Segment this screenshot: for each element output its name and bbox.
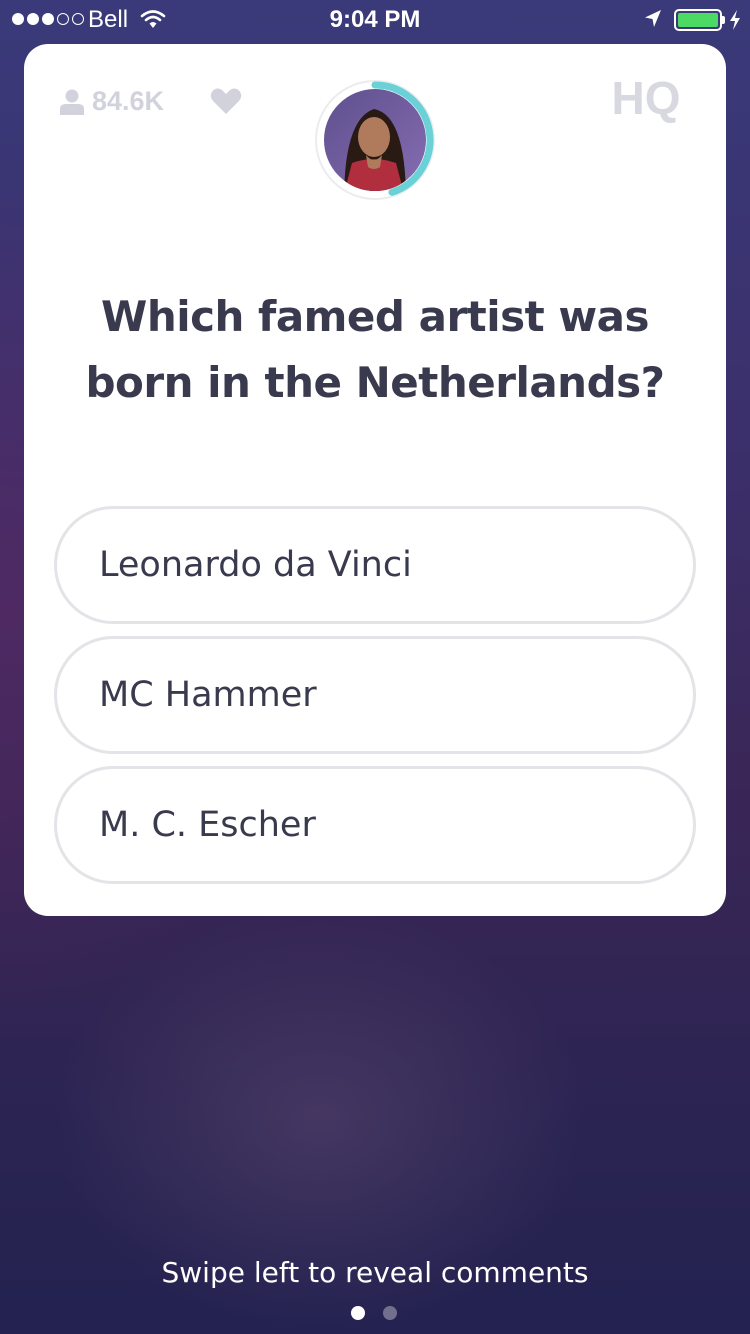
person-icon xyxy=(60,89,84,115)
clock-time: 9:04 PM xyxy=(329,6,421,33)
answer-option-1[interactable]: Leonardo da Vinci xyxy=(54,506,696,624)
battery-icon xyxy=(674,9,722,31)
status-bar: Bell 9:04 PM xyxy=(0,0,750,40)
page-dot-2[interactable] xyxy=(383,1306,397,1320)
page-indicator[interactable] xyxy=(351,1306,397,1320)
svg-text:HQ: HQ xyxy=(612,72,681,124)
answer-label: Leonardo da Vinci xyxy=(99,545,412,585)
question-card: 84.6K HQ Which famed artist was born in … xyxy=(24,44,726,916)
heart-icon[interactable] xyxy=(210,87,242,115)
battery-level-fill xyxy=(678,13,718,27)
host-video-avatar xyxy=(315,80,435,200)
charging-bolt-icon xyxy=(730,10,740,30)
battery-tip xyxy=(722,16,725,24)
answer-label: M. C. Escher xyxy=(99,805,316,845)
question-text: Which famed artist was born in the Nethe… xyxy=(85,292,665,407)
page-dot-1[interactable] xyxy=(351,1306,365,1320)
location-arrow-icon xyxy=(645,10,661,27)
answer-option-3[interactable]: M. C. Escher xyxy=(54,766,696,884)
hq-logo: HQ xyxy=(612,72,681,124)
answer-option-2[interactable]: MC Hammer xyxy=(54,636,696,754)
viewer-count: 84.6K xyxy=(60,86,164,117)
swipe-hint-text: Swipe left to reveal comments xyxy=(161,1256,589,1289)
viewer-count-label: 84.6K xyxy=(92,86,165,116)
answer-label: MC Hammer xyxy=(99,675,317,715)
